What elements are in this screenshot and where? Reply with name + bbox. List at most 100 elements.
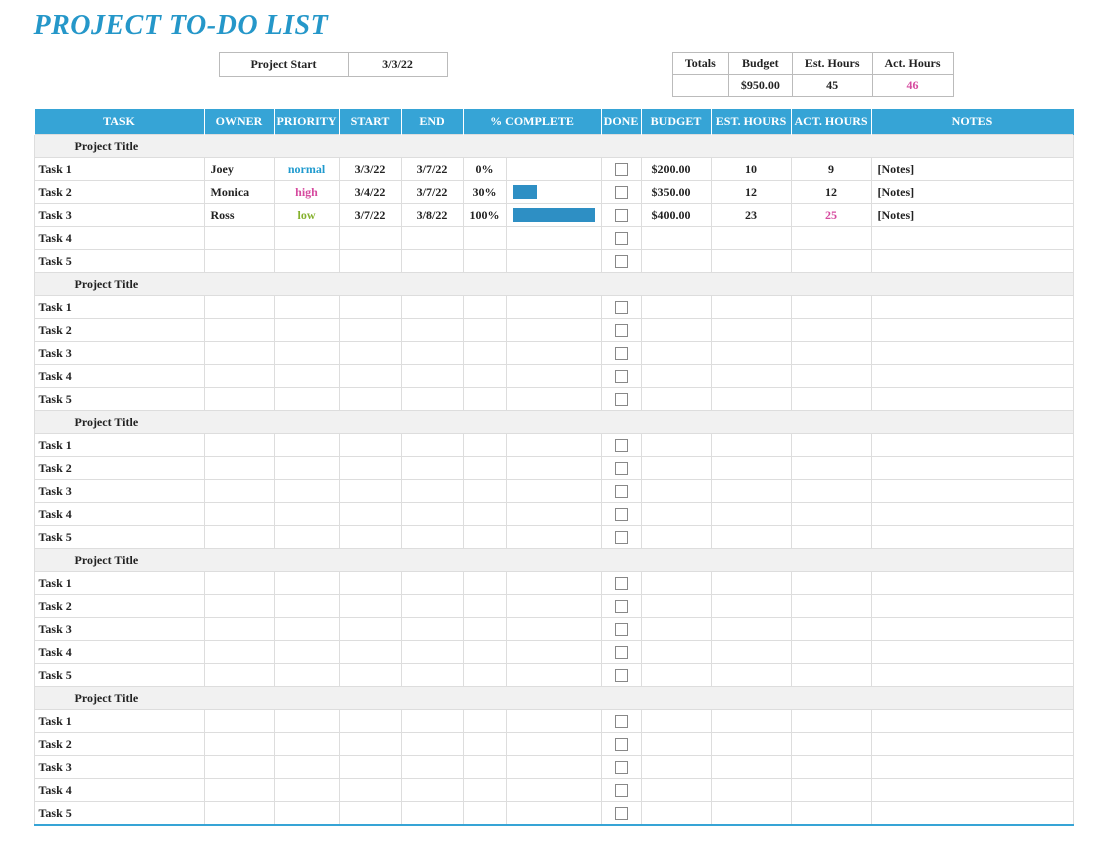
task-name-cell[interactable]: Task 2 (34, 595, 204, 618)
notes-cell[interactable] (871, 572, 1073, 595)
end-cell[interactable] (401, 664, 463, 687)
pct-cell[interactable] (463, 434, 506, 457)
notes-cell[interactable] (871, 641, 1073, 664)
done-checkbox[interactable] (615, 761, 628, 774)
est-hours-cell[interactable] (711, 710, 791, 733)
start-cell[interactable] (339, 595, 401, 618)
act-hours-cell[interactable] (791, 802, 871, 826)
act-hours-cell[interactable] (791, 365, 871, 388)
start-cell[interactable] (339, 756, 401, 779)
owner-cell[interactable] (204, 388, 274, 411)
task-name-cell[interactable]: Task 5 (34, 388, 204, 411)
owner-cell[interactable] (204, 365, 274, 388)
start-cell[interactable] (339, 434, 401, 457)
notes-cell[interactable] (871, 457, 1073, 480)
end-cell[interactable] (401, 388, 463, 411)
act-hours-cell[interactable] (791, 342, 871, 365)
est-hours-cell[interactable] (711, 342, 791, 365)
done-checkbox[interactable] (615, 784, 628, 797)
budget-cell[interactable] (641, 365, 711, 388)
notes-cell[interactable] (871, 434, 1073, 457)
est-hours-cell[interactable] (711, 756, 791, 779)
task-name-cell[interactable]: Task 2 (34, 319, 204, 342)
notes-cell[interactable] (871, 526, 1073, 549)
start-cell[interactable] (339, 296, 401, 319)
act-hours-cell[interactable] (791, 733, 871, 756)
done-checkbox[interactable] (615, 324, 628, 337)
act-hours-cell[interactable] (791, 756, 871, 779)
budget-cell[interactable] (641, 756, 711, 779)
done-checkbox[interactable] (615, 163, 628, 176)
pct-cell[interactable] (463, 319, 506, 342)
pct-cell[interactable] (463, 641, 506, 664)
priority-cell[interactable] (274, 342, 339, 365)
est-hours-cell[interactable] (711, 503, 791, 526)
budget-cell[interactable] (641, 227, 711, 250)
act-hours-cell[interactable] (791, 618, 871, 641)
act-hours-cell[interactable] (791, 388, 871, 411)
end-cell[interactable] (401, 572, 463, 595)
done-checkbox[interactable] (615, 209, 628, 222)
pct-cell[interactable] (463, 710, 506, 733)
start-cell[interactable] (339, 319, 401, 342)
task-name-cell[interactable]: Task 3 (34, 618, 204, 641)
notes-cell[interactable] (871, 733, 1073, 756)
done-checkbox[interactable] (615, 508, 628, 521)
notes-cell[interactable] (871, 296, 1073, 319)
owner-cell[interactable] (204, 227, 274, 250)
start-cell[interactable] (339, 457, 401, 480)
start-cell[interactable] (339, 572, 401, 595)
owner-cell[interactable] (204, 526, 274, 549)
end-cell[interactable] (401, 710, 463, 733)
act-hours-cell[interactable] (791, 434, 871, 457)
act-hours-cell[interactable] (791, 319, 871, 342)
budget-cell[interactable] (641, 434, 711, 457)
owner-cell[interactable]: Ross (204, 204, 274, 227)
task-name-cell[interactable]: Task 5 (34, 250, 204, 273)
est-hours-cell[interactable] (711, 227, 791, 250)
est-hours-cell[interactable] (711, 365, 791, 388)
notes-cell[interactable] (871, 802, 1073, 826)
budget-cell[interactable] (641, 503, 711, 526)
pct-cell[interactable]: 30% (463, 181, 506, 204)
notes-cell[interactable] (871, 227, 1073, 250)
budget-cell[interactable] (641, 710, 711, 733)
notes-cell[interactable] (871, 595, 1073, 618)
act-hours-cell[interactable] (791, 227, 871, 250)
budget-cell[interactable] (641, 664, 711, 687)
start-cell[interactable] (339, 250, 401, 273)
owner-cell[interactable] (204, 733, 274, 756)
act-hours-cell[interactable] (791, 595, 871, 618)
pct-cell[interactable] (463, 779, 506, 802)
priority-cell[interactable] (274, 618, 339, 641)
start-cell[interactable] (339, 733, 401, 756)
budget-cell[interactable] (641, 388, 711, 411)
end-cell[interactable]: 3/7/22 (401, 158, 463, 181)
est-hours-cell[interactable] (711, 296, 791, 319)
est-hours-cell[interactable] (711, 250, 791, 273)
done-checkbox[interactable] (615, 301, 628, 314)
task-name-cell[interactable]: Task 2 (34, 181, 204, 204)
owner-cell[interactable] (204, 503, 274, 526)
owner-cell[interactable] (204, 296, 274, 319)
start-cell[interactable] (339, 779, 401, 802)
pct-cell[interactable]: 0% (463, 158, 506, 181)
act-hours-cell[interactable] (791, 250, 871, 273)
pct-cell[interactable]: 100% (463, 204, 506, 227)
priority-cell[interactable]: normal (274, 158, 339, 181)
owner-cell[interactable] (204, 664, 274, 687)
project-title-row[interactable]: Project Title (34, 411, 1073, 434)
start-cell[interactable] (339, 526, 401, 549)
end-cell[interactable] (401, 365, 463, 388)
done-checkbox[interactable] (615, 255, 628, 268)
task-name-cell[interactable]: Task 2 (34, 733, 204, 756)
end-cell[interactable] (401, 526, 463, 549)
act-hours-cell[interactable] (791, 664, 871, 687)
budget-cell[interactable]: $400.00 (641, 204, 711, 227)
end-cell[interactable] (401, 779, 463, 802)
priority-cell[interactable] (274, 365, 339, 388)
done-checkbox[interactable] (615, 623, 628, 636)
pct-cell[interactable] (463, 618, 506, 641)
priority-cell[interactable] (274, 595, 339, 618)
budget-cell[interactable] (641, 526, 711, 549)
